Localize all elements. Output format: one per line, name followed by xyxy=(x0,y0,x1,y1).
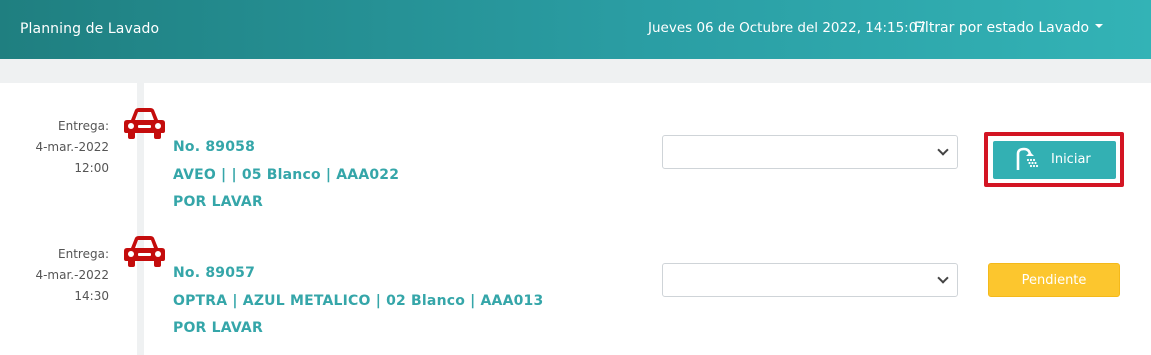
vehicle-details: OPTRA | AZUL METALICO | 02 Blanco | AAA0… xyxy=(173,292,544,309)
highlight-frame: Iniciar xyxy=(984,132,1124,187)
page-header: Planning de Lavado Jueves 06 de Octubre … xyxy=(0,0,1151,59)
start-wash-button[interactable]: Iniciar xyxy=(993,141,1116,179)
wash-status: POR LAVAR xyxy=(173,194,263,210)
caret-down-icon xyxy=(1095,24,1104,28)
delivery-time: 12:00 xyxy=(74,161,109,175)
header-band xyxy=(0,59,1151,83)
order-number: No. 89058 xyxy=(173,139,256,155)
current-datetime: Jueves 06 de Octubre del 2022, 14:15:07 xyxy=(648,20,926,36)
chevron-down-icon xyxy=(937,272,949,284)
delivery-info: Entrega: 4-mar.-2022 12:00 xyxy=(9,116,109,179)
status-filter-label: Filtrar por estado Lavado xyxy=(914,20,1090,36)
vehicle-details: AVEO | | 05 Blanco | AAA022 xyxy=(173,166,400,183)
wash-status: POR LAVAR xyxy=(173,320,263,336)
car-icon xyxy=(124,236,165,267)
order-number: No. 89057 xyxy=(173,265,256,281)
delivery-time: 14:30 xyxy=(74,289,109,303)
wash-entry: Entrega: 4-mar.-2022 14:30 No. 89057 OPT… xyxy=(0,228,1151,348)
delivery-date: 4-mar.-2022 xyxy=(35,140,109,154)
entry-info: No. 89057 OPTRA | AZUL METALICO | 02 Bla… xyxy=(173,260,543,343)
delivery-label: Entrega: xyxy=(58,247,109,261)
car-icon xyxy=(124,108,165,139)
pending-button[interactable]: Pendiente xyxy=(988,263,1120,297)
page-title: Planning de Lavado xyxy=(20,21,160,37)
delivery-date: 4-mar.-2022 xyxy=(35,268,109,282)
status-filter-dropdown[interactable]: Filtrar por estado Lavado xyxy=(914,20,1104,36)
delivery-info: Entrega: 4-mar.-2022 14:30 xyxy=(9,244,109,307)
entry-info: No. 89058 AVEO | | 05 Blanco | AAA022 PO… xyxy=(173,134,399,217)
wash-entry: Entrega: 4-mar.-2022 12:00 No. 89058 AVE… xyxy=(0,100,1151,220)
washer-select[interactable] xyxy=(662,135,958,169)
washer-select[interactable] xyxy=(662,263,958,297)
start-wash-label: Iniciar xyxy=(1051,152,1091,167)
chevron-down-icon xyxy=(937,144,949,156)
shower-icon xyxy=(1016,147,1039,170)
delivery-label: Entrega: xyxy=(58,119,109,133)
